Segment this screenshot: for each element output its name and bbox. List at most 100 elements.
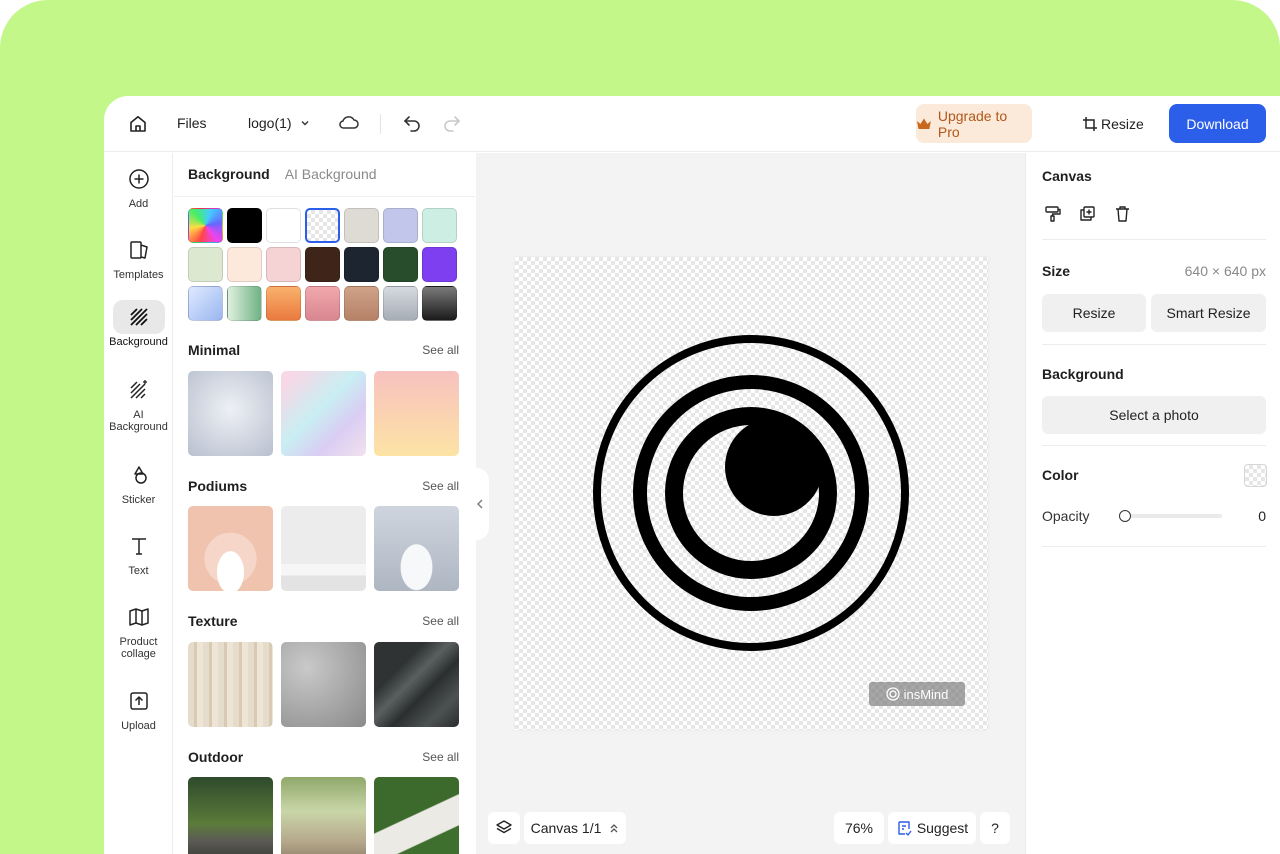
thumbnail-podium-3[interactable] [374, 506, 459, 591]
rail-label: Product collage [119, 636, 158, 660]
rail-label: Background [109, 336, 168, 348]
thumbnail-outdoor-3[interactable] [374, 777, 459, 854]
rail-item-add[interactable]: Add [104, 162, 173, 210]
color-label: Color [1042, 467, 1079, 483]
size-value: 640 × 640 px [1184, 263, 1266, 279]
rail-item-product-collage[interactable]: Product collage [104, 600, 173, 660]
resize-canvas-button[interactable]: Resize [1042, 294, 1146, 332]
thumbnail-outdoor-1[interactable] [188, 777, 273, 854]
zoom-level[interactable]: 76% [834, 812, 884, 844]
swatch-forest[interactable] [383, 247, 418, 282]
rail-item-background[interactable]: Background [104, 300, 173, 348]
divider [1042, 344, 1266, 345]
thumbnail-minimal-3[interactable] [374, 371, 459, 456]
ai-background-icon [113, 373, 165, 407]
swatch-pink-gradient[interactable] [305, 286, 340, 321]
divider [1042, 239, 1266, 240]
sticker-icon [113, 458, 165, 492]
rail-item-text[interactable]: Text [104, 529, 173, 577]
see-all-outdoor[interactable]: See all [422, 750, 459, 764]
thumbnail-outdoor-2[interactable] [281, 777, 366, 854]
swatch-tan-gradient[interactable] [344, 286, 379, 321]
layers-icon [496, 820, 512, 834]
tool-rail: Add Templates Background AI Background S… [104, 153, 173, 854]
swatch-rainbow[interactable] [188, 208, 223, 243]
rail-item-ai-background[interactable]: AI Background [104, 373, 173, 433]
background-label: Background [1042, 366, 1124, 382]
background-panel: Background AI Background Minimal See all… [174, 153, 475, 854]
swatch-lavender[interactable] [383, 208, 418, 243]
swatch-brown[interactable] [305, 247, 340, 282]
thumbnail-texture-1[interactable] [188, 642, 273, 727]
select-photo-button[interactable]: Select a photo [1042, 396, 1266, 434]
help-button[interactable]: ? [980, 812, 1010, 844]
rail-label: Sticker [121, 494, 156, 506]
swatch-blush[interactable] [266, 247, 301, 282]
redo-icon[interactable] [442, 113, 462, 133]
home-icon[interactable] [124, 112, 152, 136]
swatch-transparent[interactable] [305, 208, 340, 243]
smart-resize-button[interactable]: Smart Resize [1151, 294, 1266, 332]
undo-icon[interactable] [402, 113, 422, 133]
swatch-black[interactable] [227, 208, 262, 243]
swatch-blue-gradient[interactable] [188, 286, 223, 321]
insmind-logo-icon [885, 687, 900, 701]
swatch-black-gradient[interactable] [422, 286, 457, 321]
rail-item-upload[interactable]: Upload [104, 684, 173, 732]
watermark: insMind [869, 682, 965, 706]
swatch-navy[interactable] [344, 247, 379, 282]
suggest-button[interactable]: Suggest [888, 812, 976, 844]
section-title-outdoor: Outdoor [188, 749, 244, 765]
rail-label: Templates [113, 269, 164, 281]
thumbnail-minimal-2[interactable] [281, 371, 366, 456]
opacity-slider-track[interactable] [1120, 514, 1222, 518]
collapse-panel-button[interactable] [471, 468, 489, 540]
resize-button[interactable]: Resize [1082, 104, 1144, 143]
thumbnail-podium-1[interactable] [188, 506, 273, 591]
upgrade-button[interactable]: Upgrade to Pro [916, 104, 1032, 143]
swatch-green-gradient[interactable] [227, 286, 262, 321]
tab-background[interactable]: Background [188, 166, 270, 182]
swatch-mint[interactable] [422, 208, 457, 243]
color-picker-swatch[interactable] [1244, 464, 1267, 487]
swatch-peach[interactable] [227, 247, 262, 282]
files-menu[interactable]: Files [177, 115, 207, 131]
editor-app: Files logo(1) Upgrade to Pro Resize Down… [104, 96, 1280, 854]
swatch-silver-gradient[interactable] [383, 286, 418, 321]
duplicate-icon[interactable] [1079, 205, 1096, 222]
rail-label: AI Background [109, 409, 168, 433]
size-label: Size [1042, 263, 1071, 279]
swatch-purple[interactable] [422, 247, 457, 282]
download-button[interactable]: Download [1169, 104, 1266, 143]
opacity-slider-handle[interactable] [1119, 510, 1131, 522]
rail-item-templates[interactable]: Templates [104, 233, 173, 281]
file-name-dropdown[interactable]: logo(1) [248, 115, 310, 131]
thumbnail-texture-2[interactable] [281, 642, 366, 727]
artboard[interactable]: insMind [515, 257, 988, 730]
swatch-orange-gradient[interactable] [266, 286, 301, 321]
swatch-white[interactable] [266, 208, 301, 243]
paint-roller-icon[interactable] [1044, 205, 1061, 222]
swatch-stone[interactable] [344, 208, 379, 243]
top-bar: Files logo(1) Upgrade to Pro Resize Down… [104, 96, 1280, 152]
swatch-sage[interactable] [188, 247, 223, 282]
thumbnail-texture-3[interactable] [374, 642, 459, 727]
see-all-texture[interactable]: See all [422, 614, 459, 628]
see-all-minimal[interactable]: See all [422, 343, 459, 357]
chevron-up-icon [610, 824, 618, 833]
thumbnail-podium-2[interactable] [281, 506, 366, 591]
thumbnail-minimal-1[interactable] [188, 371, 273, 456]
layers-button[interactable] [488, 812, 520, 844]
see-all-podiums[interactable]: See all [422, 479, 459, 493]
text-icon [113, 529, 165, 563]
cloud-save-icon[interactable] [338, 113, 360, 133]
panel-tabs: Background AI Background [188, 166, 377, 182]
tab-ai-background[interactable]: AI Background [285, 166, 377, 182]
chevron-left-icon [477, 499, 483, 509]
trash-icon[interactable] [1114, 205, 1131, 222]
canvas-footer-right: 76% Suggest ? [834, 812, 1010, 844]
canvas-page-selector[interactable]: Canvas 1/1 [524, 812, 626, 844]
divider [1042, 546, 1266, 547]
rail-item-sticker[interactable]: Sticker [104, 458, 173, 506]
upload-icon [113, 684, 165, 718]
